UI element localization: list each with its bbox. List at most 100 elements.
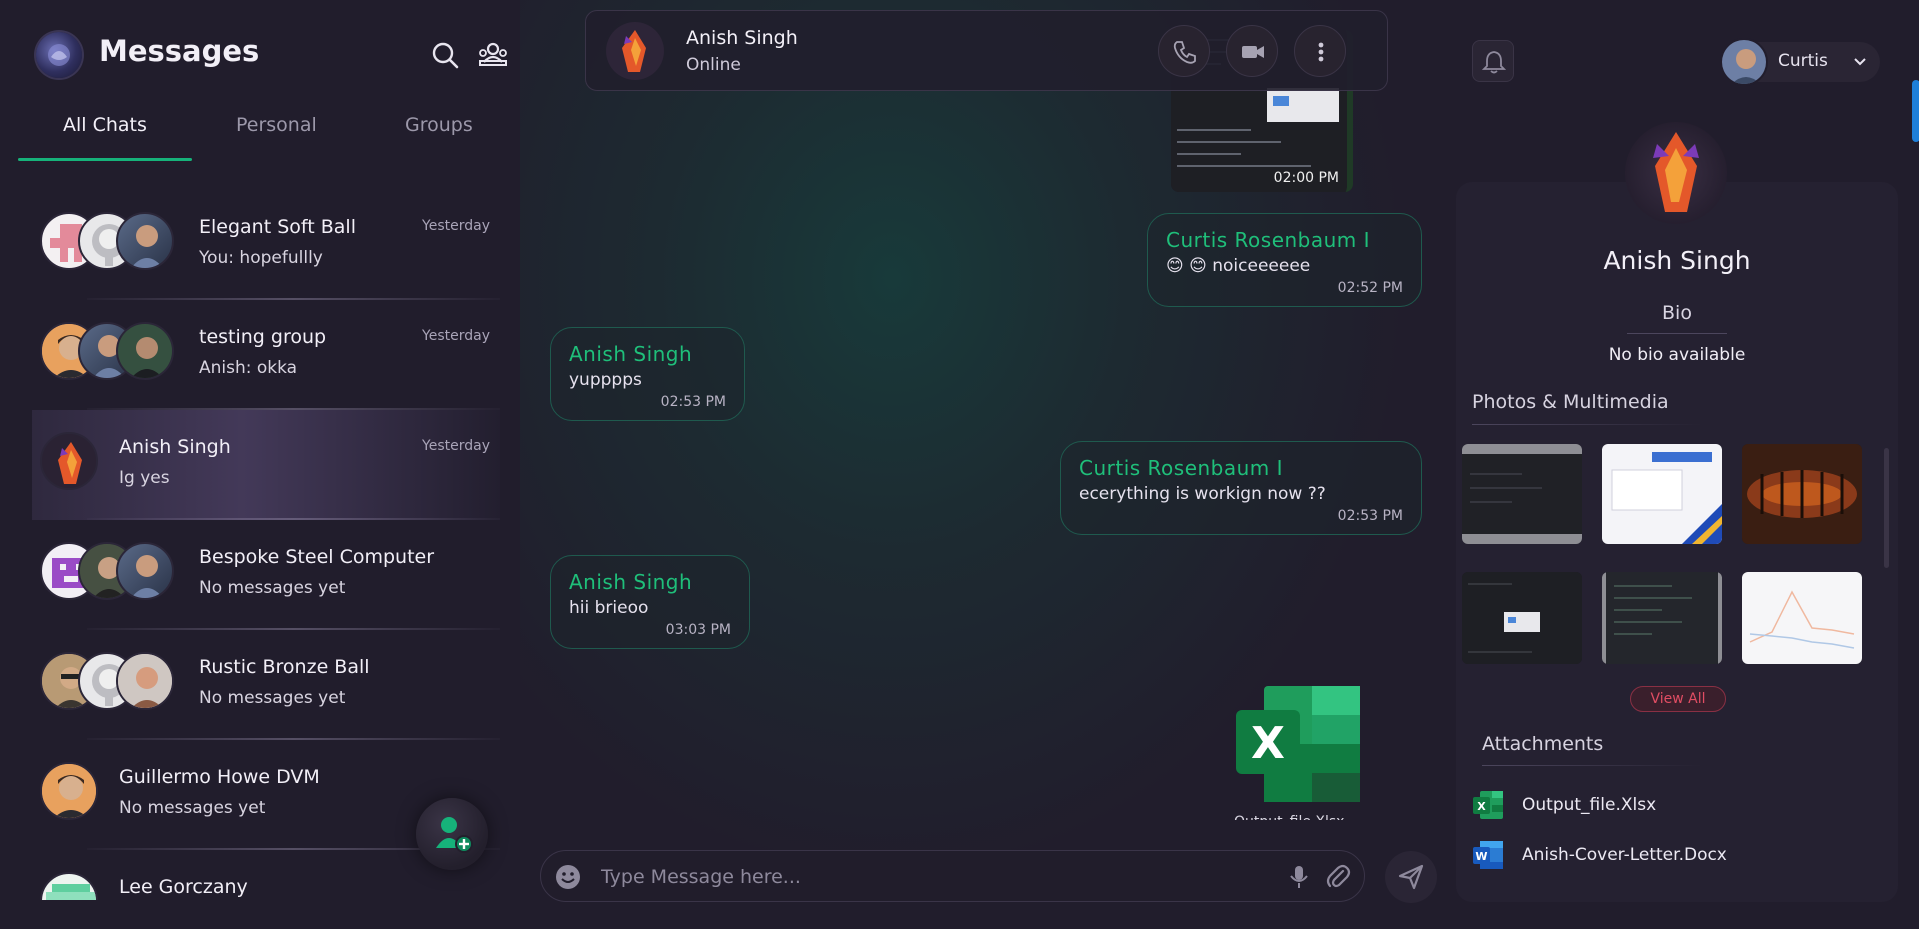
attachment-item[interactable]: X Output_file.Xlsx [1472,790,1832,822]
message-bubble-outgoing: Curtis Rosenbaum I ecerything is workign… [1060,441,1422,535]
avatar [40,432,98,490]
bio-label: Bio [1662,302,1692,324]
chat-name: Anish Singh [119,436,231,458]
message-sender: Anish Singh [569,342,693,366]
profile-avatar [1625,122,1727,224]
message-bubble-incoming: Anish Singh yupppps 02:53 PM [550,327,745,421]
add-contact-icon [436,817,473,853]
chat-time: Yesterday [422,438,490,454]
avatar [116,542,174,600]
media-thumbnail[interactable] [1462,444,1582,544]
file-message[interactable]: X [1234,682,1362,804]
send-icon [1398,864,1424,890]
chat-preview: Ig yes [119,468,170,488]
view-all-button[interactable]: View All [1630,686,1726,712]
more-options-button[interactable] [1294,25,1346,77]
chat-tabs: All Chats Personal Groups [18,100,498,162]
tab-all-chats[interactable]: All Chats [63,114,147,136]
app-root: Messages All Chats Personal Groups Elega… [0,0,1919,929]
avatar [1720,38,1768,86]
voice-call-button[interactable] [1158,25,1210,77]
media-thumbnail[interactable] [1462,572,1582,664]
chat-preview: No messages yet [119,798,266,818]
profile-name: Anish Singh [1603,246,1751,275]
excel-icon: X [1236,686,1360,802]
new-group-icon[interactable] [477,40,507,70]
message-input[interactable] [601,861,1241,893]
mic-icon[interactable] [1287,864,1311,890]
current-user-name: Curtis [1778,51,1828,71]
contact-avatar[interactable] [606,22,664,80]
message-time: 03:03 PM [665,622,731,638]
file-caption: Output_file.Xlsx [1234,812,1364,820]
tab-personal[interactable]: Personal [236,114,317,136]
chat-preview: No messages yet [199,578,346,598]
chat-sidebar: Messages All Chats Personal Groups Elega… [0,0,520,929]
bell-icon [1482,51,1506,74]
media-thumbnail[interactable] [1602,572,1722,664]
user-menu[interactable]: Curtis [1720,38,1880,86]
chat-name: Rustic Bronze Ball [199,656,370,678]
attachments-section-label: Attachments [1482,733,1604,755]
send-button[interactable] [1385,851,1437,903]
notifications-button[interactable] [1472,40,1514,82]
chat-preview: No messages yet [199,688,346,708]
app-logo [36,32,82,78]
chat-item-bespoke-steel-computer[interactable]: Bespoke Steel Computer No messages yet [32,520,500,630]
chat-name: Elegant Soft Ball [199,216,356,238]
chat-name: Lee Gorczany [119,876,248,898]
message-text: hii brieoo [569,598,649,618]
active-tab-indicator [18,158,192,161]
svg-text:X: X [1251,718,1285,769]
chat-name: Guillermo Howe DVM [119,766,320,788]
more-vertical-icon [1318,42,1324,62]
chat-item-testing-group[interactable]: testing group Anish: okka Yesterday [32,300,500,410]
chat-item-elegant-soft-ball[interactable]: Elegant Soft Ball You: hopefullly Yester… [32,190,500,300]
message-time: 02:52 PM [1337,280,1403,296]
divider [1482,765,1702,766]
message-bubble-outgoing: Curtis Rosenbaum I 😊 😊 noiceeeeee 02:52 … [1147,213,1422,307]
media-thumbnail[interactable] [1742,572,1862,664]
avatar [116,322,174,380]
avatar [40,872,98,900]
avatar [116,212,174,270]
svg-text:W: W [1475,850,1487,863]
chat-item-anish-singh[interactable]: Anish Singh Ig yes Yesterday [32,410,500,520]
message-sender: Curtis Rosenbaum I [1166,228,1371,252]
excel-icon: X [1473,791,1503,819]
chat-preview: Anish: okka [199,358,298,378]
chat-item-rustic-bronze-ball[interactable]: Rustic Bronze Ball No messages yet [32,630,500,740]
search-icon[interactable] [430,40,460,70]
message-text: 😊 😊 noiceeeeee [1166,256,1311,276]
emoji-icon[interactable] [555,864,581,890]
video-call-button[interactable] [1226,25,1278,77]
chat-time: Yesterday [422,328,490,344]
chevron-down-icon [1854,58,1866,66]
chat-name: testing group [199,326,327,348]
page-title: Messages [99,34,260,68]
contact-status: Online [686,55,741,75]
word-icon: W [1473,841,1503,869]
message-text: ecerything is workign now ?? [1079,484,1326,504]
svg-text:X: X [1477,800,1486,813]
scroll-indicator [1912,80,1919,142]
attach-icon[interactable] [1325,863,1351,891]
divider [1627,333,1727,334]
attachment-name: Anish-Cover-Letter.Docx [1522,845,1727,865]
add-contact-button[interactable] [416,798,488,870]
message-sender: Curtis Rosenbaum I [1079,456,1284,480]
chat-name: Bespoke Steel Computer [199,546,435,568]
chat-preview: You: hopefullly [199,248,323,268]
avatar [116,652,174,710]
bio-text: No bio available [1608,345,1746,365]
phone-icon [1173,41,1196,64]
attachment-item[interactable]: W Anish-Cover-Letter.Docx [1472,840,1832,872]
media-thumbnail[interactable] [1742,444,1862,544]
media-scrollbar[interactable] [1884,448,1889,568]
media-thumbnail[interactable] [1602,444,1722,544]
divider [1472,424,1702,425]
video-icon [1242,46,1264,58]
contact-name: Anish Singh [686,27,798,49]
message-sender: Anish Singh [569,570,693,594]
tab-groups[interactable]: Groups [405,114,473,136]
